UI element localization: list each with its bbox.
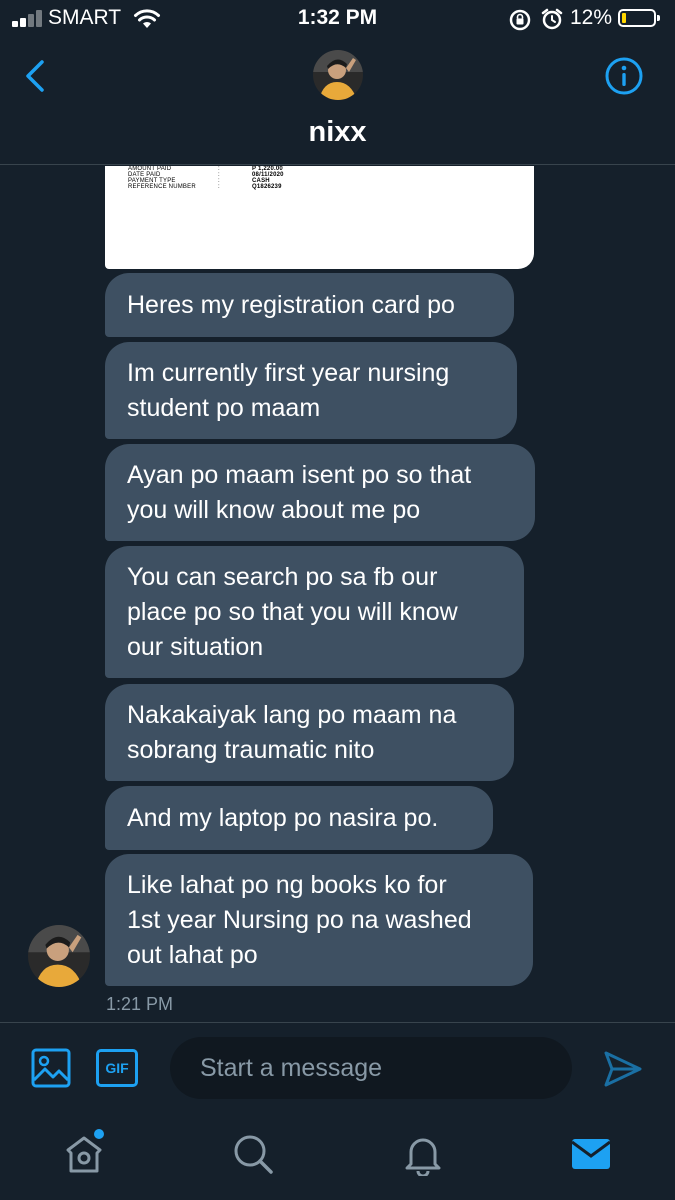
contact-name[interactable]: nixx bbox=[0, 116, 675, 149]
gif-button[interactable]: GIF bbox=[96, 1049, 138, 1087]
message-bubble[interactable]: Heres my registration card po bbox=[105, 273, 514, 337]
receipt-row: REFERENCE NUMBER: Q1826239 bbox=[128, 184, 282, 190]
avatar[interactable] bbox=[313, 50, 363, 100]
notification-dot bbox=[94, 1129, 104, 1139]
message-bubble[interactable]: Ayan po maam isent po so that you will k… bbox=[105, 444, 535, 541]
message-input[interactable] bbox=[170, 1037, 572, 1099]
receipt-label: REFERENCE NUMBER bbox=[128, 184, 196, 190]
message-bubble[interactable]: You can search po sa fb our place po so … bbox=[105, 546, 524, 678]
alarm-icon bbox=[541, 8, 563, 30]
message-bubble[interactable]: Like lahat po ng books ko for 1st year N… bbox=[105, 854, 533, 986]
message-timestamp: 1:21 PM bbox=[106, 994, 174, 1014]
search-icon[interactable] bbox=[231, 1132, 275, 1176]
bottom-navigation bbox=[0, 1114, 675, 1200]
message-bubble[interactable]: And my laptop po nasira po. bbox=[105, 786, 493, 850]
mail-icon[interactable] bbox=[569, 1132, 613, 1176]
receipt-sep: : bbox=[218, 184, 220, 190]
send-icon[interactable] bbox=[600, 1047, 644, 1091]
chevron-left-icon[interactable] bbox=[18, 56, 54, 96]
conversation-header: nixx bbox=[0, 40, 675, 165]
status-bar: SMART 1:32 PM 12% bbox=[0, 0, 675, 40]
battery-percent: 12% bbox=[570, 6, 613, 29]
message-bubble[interactable]: Im currently first year nursing student … bbox=[105, 342, 517, 439]
registration-card-image[interactable]: AMOUNT PAID: P 1,220.00 DATE PAID:08/11/2… bbox=[105, 166, 534, 269]
image-icon[interactable] bbox=[30, 1047, 72, 1089]
receipt-value: Q1826239 bbox=[252, 184, 282, 190]
sender-avatar[interactable] bbox=[28, 925, 90, 987]
rotation-lock-icon bbox=[509, 9, 531, 31]
info-icon[interactable] bbox=[604, 56, 644, 96]
message-bubble[interactable]: Nakakaiyak lang po maam na sobrang traum… bbox=[105, 684, 514, 781]
message-composer: GIF bbox=[0, 1022, 675, 1115]
bell-icon[interactable] bbox=[401, 1132, 445, 1176]
battery-icon bbox=[618, 9, 660, 27]
